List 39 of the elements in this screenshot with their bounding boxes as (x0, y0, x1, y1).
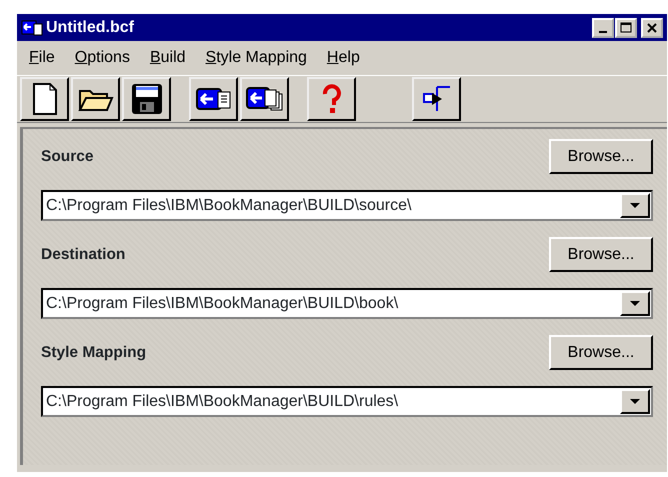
field-label: Style Mapping (41, 342, 146, 363)
build-document-icon (196, 85, 232, 113)
build-button[interactable] (189, 77, 238, 121)
new-button[interactable] (20, 77, 69, 121)
menu-item[interactable]: Style Mapping (198, 46, 315, 70)
window-title: Untitled.bcf (46, 18, 134, 38)
maximize-button[interactable] (615, 18, 637, 38)
field-label: Destination (41, 244, 126, 265)
app-icon (21, 18, 43, 38)
dropdown-arrow-icon (629, 300, 641, 307)
dropdown-button[interactable] (620, 291, 650, 316)
minimize-icon (599, 30, 607, 32)
menu-item[interactable]: Help (318, 46, 368, 70)
dropdown-button[interactable] (620, 389, 650, 414)
menu-item[interactable]: Options (66, 46, 138, 70)
question-mark-icon (320, 84, 342, 114)
dropdown-arrow-icon (629, 398, 641, 405)
menu-item[interactable]: File (21, 46, 63, 70)
close-button[interactable] (641, 18, 663, 38)
browse-button[interactable]: Browse... (549, 139, 653, 174)
minimize-button[interactable] (592, 18, 614, 38)
exit-arrow-icon (422, 85, 452, 113)
dropdown-button[interactable] (620, 193, 650, 218)
browse-button[interactable]: Browse... (549, 237, 653, 272)
browse-button[interactable]: Browse... (549, 335, 653, 370)
document-icon (32, 83, 58, 115)
path-combo-box[interactable]: C:\Program Files\IBM\BookManager\BUILD\rules\ (41, 386, 653, 417)
close-icon (647, 22, 657, 32)
help-button[interactable] (307, 77, 356, 121)
dropdown-arrow-icon (629, 202, 641, 209)
field-label: Source (41, 146, 94, 167)
build-all-button[interactable] (240, 77, 289, 121)
open-button[interactable] (71, 77, 120, 121)
maximize-icon (620, 22, 632, 33)
path-combo-box[interactable]: C:\Program Files\IBM\BookManager\BUILD\book\ (41, 288, 653, 319)
exit-button[interactable] (412, 77, 461, 121)
save-button[interactable] (122, 77, 171, 121)
path-combo-box[interactable]: C:\Program Files\IBM\BookManager\BUILD\source\ (41, 190, 653, 221)
menu-item[interactable]: Build (142, 46, 194, 70)
